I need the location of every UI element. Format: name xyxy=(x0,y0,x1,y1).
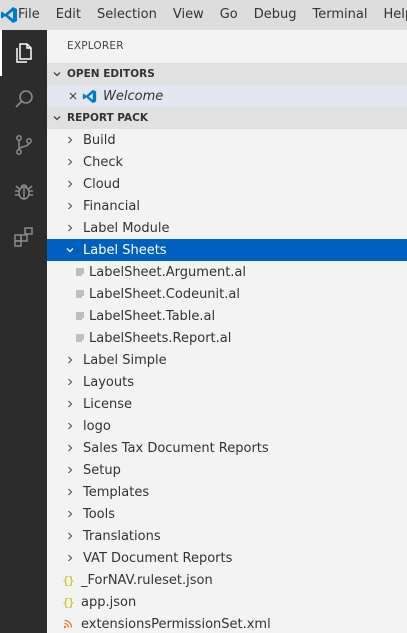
folder-item[interactable]: Financial xyxy=(47,195,407,217)
chevron-right-icon xyxy=(63,503,77,525)
chevron-down-icon xyxy=(63,239,77,261)
folder-item[interactable]: Setup xyxy=(47,459,407,481)
title-bar: File Edit Selection View Go Debug Termin… xyxy=(0,0,407,30)
tree-item-label: LabelSheet.Codeunit.al xyxy=(89,286,240,302)
chevron-right-icon xyxy=(63,437,77,459)
folder-item[interactable]: Tools xyxy=(47,503,407,525)
vscode-logo-icon xyxy=(0,0,18,30)
file-item[interactable]: extensionsPermissionSet.xml xyxy=(47,613,407,633)
tree-item-label: Financial xyxy=(83,198,140,214)
folder-item[interactable]: Check xyxy=(47,151,407,173)
tree-item-label: Templates xyxy=(83,484,150,500)
chevron-right-icon xyxy=(63,371,77,393)
tree-item-label: Build xyxy=(83,132,116,148)
xml-file-icon xyxy=(61,613,75,633)
tree-item-label: Check xyxy=(83,154,123,170)
search-icon[interactable] xyxy=(0,76,47,122)
tree-item-label: Translations xyxy=(83,528,161,544)
folder-item[interactable]: Templates xyxy=(47,481,407,503)
chevron-down-icon xyxy=(47,113,67,123)
tree-item-label: logo xyxy=(83,418,111,434)
folder-item[interactable]: Layouts xyxy=(47,371,407,393)
tree-item-label: LabelSheets.Report.al xyxy=(89,330,232,346)
menu-file[interactable]: File xyxy=(18,0,48,30)
folder-item-expanded[interactable]: Label Sheets xyxy=(47,239,407,261)
close-icon[interactable] xyxy=(67,91,79,101)
menu-terminal[interactable]: Terminal xyxy=(305,0,376,30)
folder-item[interactable]: VAT Document Reports xyxy=(47,547,407,569)
file-item[interactable]: LabelSheet.Argument.al xyxy=(47,261,407,283)
tree-item-label: Tools xyxy=(83,506,116,522)
json-file-icon: {} xyxy=(62,595,74,609)
source-control-icon[interactable] xyxy=(0,122,47,168)
open-editor-item[interactable]: Welcome xyxy=(47,85,407,107)
tree-item-label: Cloud xyxy=(83,176,121,192)
chevron-right-icon xyxy=(63,393,77,415)
menu-go[interactable]: Go xyxy=(212,0,246,30)
chevron-right-icon xyxy=(63,415,77,437)
folder-item[interactable]: logo xyxy=(47,415,407,437)
folder-item[interactable]: Translations xyxy=(47,525,407,547)
folder-item[interactable]: Build xyxy=(47,129,407,151)
file-tree: Build Check Cloud Financial Label Module Labe… xyxy=(47,129,407,633)
tree-item-label: Label Module xyxy=(83,220,170,236)
sidebar-title: EXPLORER xyxy=(67,40,124,52)
report-pack-header[interactable]: REPORT PACK xyxy=(47,107,407,129)
explorer-sidebar: EXPLORER OPEN EDITORS Welcome REPORT PAC… xyxy=(47,30,407,633)
tree-item-label: VAT Document Reports xyxy=(83,550,233,566)
tree-item-label: Setup xyxy=(83,462,121,478)
chevron-right-icon xyxy=(63,129,77,151)
tree-item-label: Label Simple xyxy=(83,352,167,368)
json-file-icon: {} xyxy=(62,573,74,587)
menu-selection[interactable]: Selection xyxy=(89,0,165,30)
chevron-right-icon xyxy=(63,459,77,481)
chevron-right-icon xyxy=(63,349,77,371)
text-file-icon xyxy=(73,261,87,283)
tree-item-label: _ForNAV.ruleset.json xyxy=(81,572,213,588)
vscode-file-icon xyxy=(81,89,97,104)
folder-item[interactable]: Cloud xyxy=(47,173,407,195)
tree-item-label: Label Sheets xyxy=(83,242,167,258)
chevron-right-icon xyxy=(63,195,77,217)
folder-item[interactable]: Sales Tax Document Reports xyxy=(47,437,407,459)
file-item[interactable]: LabelSheets.Report.al xyxy=(47,327,407,349)
debug-icon[interactable] xyxy=(0,168,47,214)
folder-item[interactable]: License xyxy=(47,393,407,415)
folder-item[interactable]: Label Simple xyxy=(47,349,407,371)
tree-item-label: Layouts xyxy=(83,374,134,390)
open-editors-header[interactable]: OPEN EDITORS xyxy=(47,63,407,85)
chevron-right-icon xyxy=(63,217,77,239)
menu-debug[interactable]: Debug xyxy=(246,0,305,30)
chevron-right-icon xyxy=(63,547,77,569)
chevron-down-icon xyxy=(47,69,67,79)
file-item[interactable]: LabelSheet.Table.al xyxy=(47,305,407,327)
open-editors-label: OPEN EDITORS xyxy=(67,68,155,80)
chevron-right-icon xyxy=(63,151,77,173)
menu-help[interactable]: Help xyxy=(375,0,407,30)
tree-item-label: License xyxy=(83,396,133,412)
file-item[interactable]: LabelSheet.Codeunit.al xyxy=(47,283,407,305)
tree-item-label: LabelSheet.Argument.al xyxy=(89,264,246,280)
report-pack-label: REPORT PACK xyxy=(67,112,149,124)
chevron-right-icon xyxy=(63,481,77,503)
chevron-right-icon xyxy=(63,173,77,195)
text-file-icon xyxy=(73,283,87,305)
open-editor-label: Welcome xyxy=(103,88,164,104)
tree-item-label: app.json xyxy=(81,594,137,610)
chevron-right-icon xyxy=(63,525,77,547)
file-item[interactable]: {} app.json xyxy=(47,591,407,613)
menu-edit[interactable]: Edit xyxy=(48,0,89,30)
menu-view[interactable]: View xyxy=(165,0,212,30)
tree-item-label: extensionsPermissionSet.xml xyxy=(81,616,271,632)
text-file-icon xyxy=(73,327,87,349)
text-file-icon xyxy=(73,305,87,327)
activity-bar xyxy=(0,30,47,633)
explorer-icon[interactable] xyxy=(0,30,47,76)
tree-item-label: LabelSheet.Table.al xyxy=(89,308,216,324)
extensions-icon[interactable] xyxy=(0,214,47,260)
file-item[interactable]: {} _ForNAV.ruleset.json xyxy=(47,569,407,591)
folder-item[interactable]: Label Module xyxy=(47,217,407,239)
tree-item-label: Sales Tax Document Reports xyxy=(83,440,269,456)
